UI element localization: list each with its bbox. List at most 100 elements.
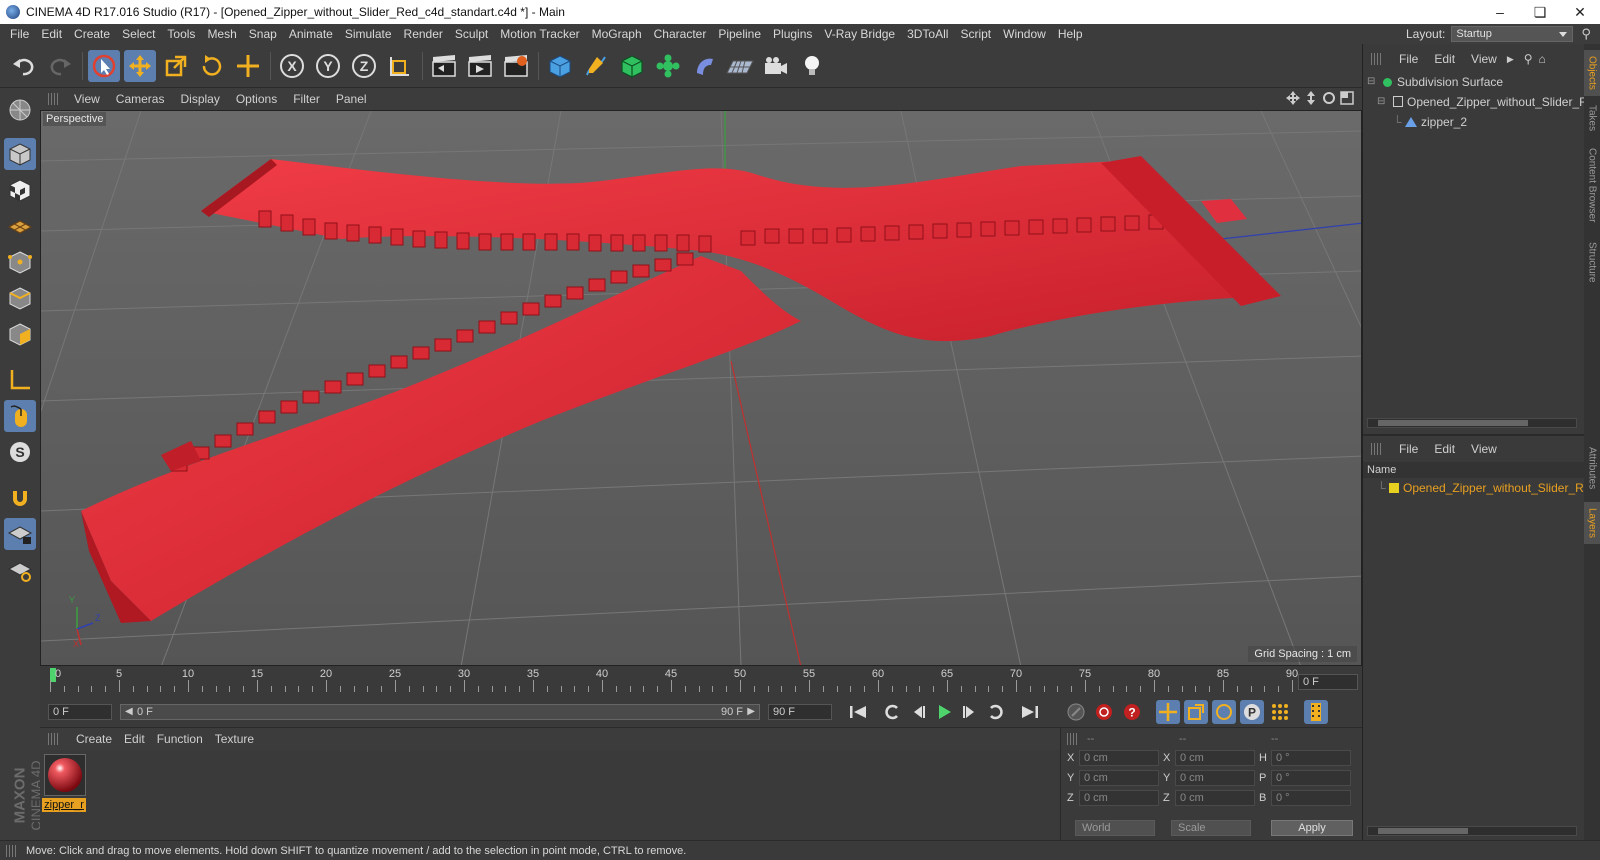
menu-tools[interactable]: Tools bbox=[161, 24, 201, 44]
layout-dropdown[interactable]: Startup bbox=[1451, 26, 1574, 42]
go-to-end-button[interactable] bbox=[1018, 700, 1042, 724]
objects-menu-file[interactable]: File bbox=[1391, 52, 1426, 66]
x-axis-lock-button[interactable]: X bbox=[276, 50, 308, 82]
add-cloner-button[interactable] bbox=[652, 50, 684, 82]
panel-grip-icon[interactable] bbox=[48, 93, 58, 105]
range-left-arrow-icon[interactable]: ◀ bbox=[125, 705, 133, 719]
add-camera-button[interactable] bbox=[760, 50, 792, 82]
layers-grip-icon[interactable] bbox=[1371, 443, 1381, 455]
position-x-field[interactable]: 0 cm bbox=[1079, 750, 1159, 766]
size-x-field[interactable]: 0 cm bbox=[1175, 750, 1255, 766]
points-mode-button[interactable] bbox=[4, 246, 36, 278]
coordinate-system-button[interactable] bbox=[384, 50, 416, 82]
layer-row-opened-zipper[interactable]: └ Opened_Zipper_without_Slider_R bbox=[1363, 478, 1585, 498]
viewport-menu-options[interactable]: Options bbox=[228, 92, 285, 106]
magnet-button[interactable] bbox=[4, 482, 36, 514]
object-row-opened-zipper[interactable]: ⊟ Opened_Zipper_without_Slider_R bbox=[1363, 92, 1585, 112]
viewport-zoom-icon[interactable] bbox=[1304, 91, 1318, 105]
snap-button[interactable]: S bbox=[4, 436, 36, 468]
rotate-tool-button[interactable] bbox=[196, 50, 228, 82]
scale-tool-button[interactable] bbox=[160, 50, 192, 82]
viewport-menu-display[interactable]: Display bbox=[172, 92, 227, 106]
texture-mode-button[interactable] bbox=[4, 174, 36, 206]
objects-search-icon[interactable]: ⚲ bbox=[1524, 52, 1533, 66]
next-key-button[interactable] bbox=[984, 700, 1008, 724]
model-mode-button[interactable] bbox=[4, 138, 36, 170]
viewport-menu-panel[interactable]: Panel bbox=[328, 92, 375, 106]
tab-layers[interactable]: Layers bbox=[1584, 502, 1600, 544]
size-mode-dropdown[interactable]: Scale bbox=[1171, 820, 1251, 836]
layers-horizontal-scrollbar[interactable] bbox=[1367, 826, 1577, 836]
edges-mode-button[interactable] bbox=[4, 282, 36, 314]
viewport-rotate-icon[interactable] bbox=[1322, 91, 1336, 105]
material-menu-function[interactable]: Function bbox=[151, 732, 209, 746]
menu-sculpt[interactable]: Sculpt bbox=[449, 24, 494, 44]
viewport-maximize-icon[interactable] bbox=[1340, 91, 1354, 105]
menu-window[interactable]: Window bbox=[997, 24, 1052, 44]
menu-file[interactable]: File bbox=[4, 24, 35, 44]
render-view-button[interactable] bbox=[428, 50, 460, 82]
position-z-field[interactable]: 0 cm bbox=[1079, 790, 1159, 806]
range-right-arrow-icon[interactable]: ▶ bbox=[747, 705, 755, 719]
objects-menu-view[interactable]: View bbox=[1463, 52, 1505, 66]
material-menu-texture[interactable]: Texture bbox=[209, 732, 260, 746]
material-name-label[interactable]: zipper_r bbox=[42, 798, 86, 812]
viewport-menu-view[interactable]: View bbox=[66, 92, 108, 106]
key-point-level-button[interactable] bbox=[1268, 700, 1292, 724]
y-axis-lock-button[interactable]: Y bbox=[312, 50, 344, 82]
key-position-button[interactable] bbox=[1156, 700, 1180, 724]
render-settings-button[interactable] bbox=[500, 50, 532, 82]
workplane-mode-button[interactable] bbox=[4, 210, 36, 242]
viewport-menu-cameras[interactable]: Cameras bbox=[108, 92, 173, 106]
object-row-subdivision-surface[interactable]: ⊟ Subdivision Surface bbox=[1363, 72, 1585, 92]
viewport-move-icon[interactable] bbox=[1286, 91, 1300, 105]
polygons-mode-button[interactable] bbox=[4, 318, 36, 350]
make-editable-button[interactable] bbox=[4, 94, 36, 126]
live-selection-button[interactable] bbox=[88, 50, 120, 82]
layer-color-swatch[interactable] bbox=[1389, 483, 1399, 493]
end-frame-field[interactable]: 90 F bbox=[768, 704, 832, 720]
render-to-picture-viewer-button[interactable] bbox=[464, 50, 496, 82]
menu-snap[interactable]: Snap bbox=[243, 24, 283, 44]
menu-create[interactable]: Create bbox=[68, 24, 116, 44]
rotation-h-field[interactable]: 0 ° bbox=[1271, 750, 1351, 766]
menu-character[interactable]: Character bbox=[648, 24, 713, 44]
layers-menu-edit[interactable]: Edit bbox=[1426, 442, 1463, 456]
minimize-icon[interactable]: – bbox=[1480, 0, 1520, 24]
add-spline-pen-button[interactable] bbox=[580, 50, 612, 82]
viewport-menu-filter[interactable]: Filter bbox=[285, 92, 328, 106]
menu-select[interactable]: Select bbox=[116, 24, 161, 44]
timeline-ruler[interactable]: 0 5 10 15 20 25 30 35 40 45 50 55 60 65 70 75 80 85 90 0 F bbox=[40, 666, 1362, 696]
play-button[interactable] bbox=[932, 700, 956, 724]
material-menu-create[interactable]: Create bbox=[70, 732, 118, 746]
previous-key-button[interactable] bbox=[880, 700, 904, 724]
material-thumbnail[interactable] bbox=[44, 754, 86, 796]
menu-animate[interactable]: Animate bbox=[283, 24, 339, 44]
next-frame-button[interactable] bbox=[958, 700, 982, 724]
go-to-start-button[interactable] bbox=[846, 700, 870, 724]
add-floor-button[interactable] bbox=[724, 50, 756, 82]
tab-attributes[interactable]: Attributes bbox=[1584, 438, 1600, 498]
record-position-button[interactable] bbox=[1064, 700, 1088, 724]
tab-takes[interactable]: Takes bbox=[1584, 100, 1600, 136]
key-parameter-button[interactable]: P bbox=[1240, 700, 1264, 724]
key-scale-button[interactable] bbox=[1184, 700, 1208, 724]
menu-vray-bridge[interactable]: V-Ray Bridge bbox=[818, 24, 901, 44]
coordinate-mode-dropdown[interactable]: World bbox=[1075, 820, 1155, 836]
objects-horizontal-scrollbar[interactable] bbox=[1367, 418, 1577, 428]
restore-icon[interactable]: ❏ bbox=[1520, 0, 1560, 24]
timeline-track[interactable]: 0 5 10 15 20 25 30 35 40 45 50 55 60 65 70 75 80 85 90 bbox=[50, 668, 1298, 694]
z-axis-lock-button[interactable]: Z bbox=[348, 50, 380, 82]
menu-render[interactable]: Render bbox=[398, 24, 449, 44]
perspective-viewport[interactable]: Perspective Y Z X Grid Spacing : 1 cm bbox=[40, 110, 1362, 666]
grid-lock-button[interactable] bbox=[4, 518, 36, 550]
menu-plugins[interactable]: Plugins bbox=[767, 24, 818, 44]
tab-content-browser[interactable]: Content Browser bbox=[1584, 140, 1600, 230]
close-icon[interactable]: ✕ bbox=[1560, 0, 1600, 24]
timeline-window-button[interactable] bbox=[1304, 700, 1328, 724]
record-active-objects-button[interactable] bbox=[1092, 700, 1116, 724]
previous-frame-button[interactable] bbox=[906, 700, 930, 724]
material-panel-grip-icon[interactable] bbox=[48, 733, 58, 745]
layers-menu-file[interactable]: File bbox=[1391, 442, 1426, 456]
size-y-field[interactable]: 0 cm bbox=[1175, 770, 1255, 786]
